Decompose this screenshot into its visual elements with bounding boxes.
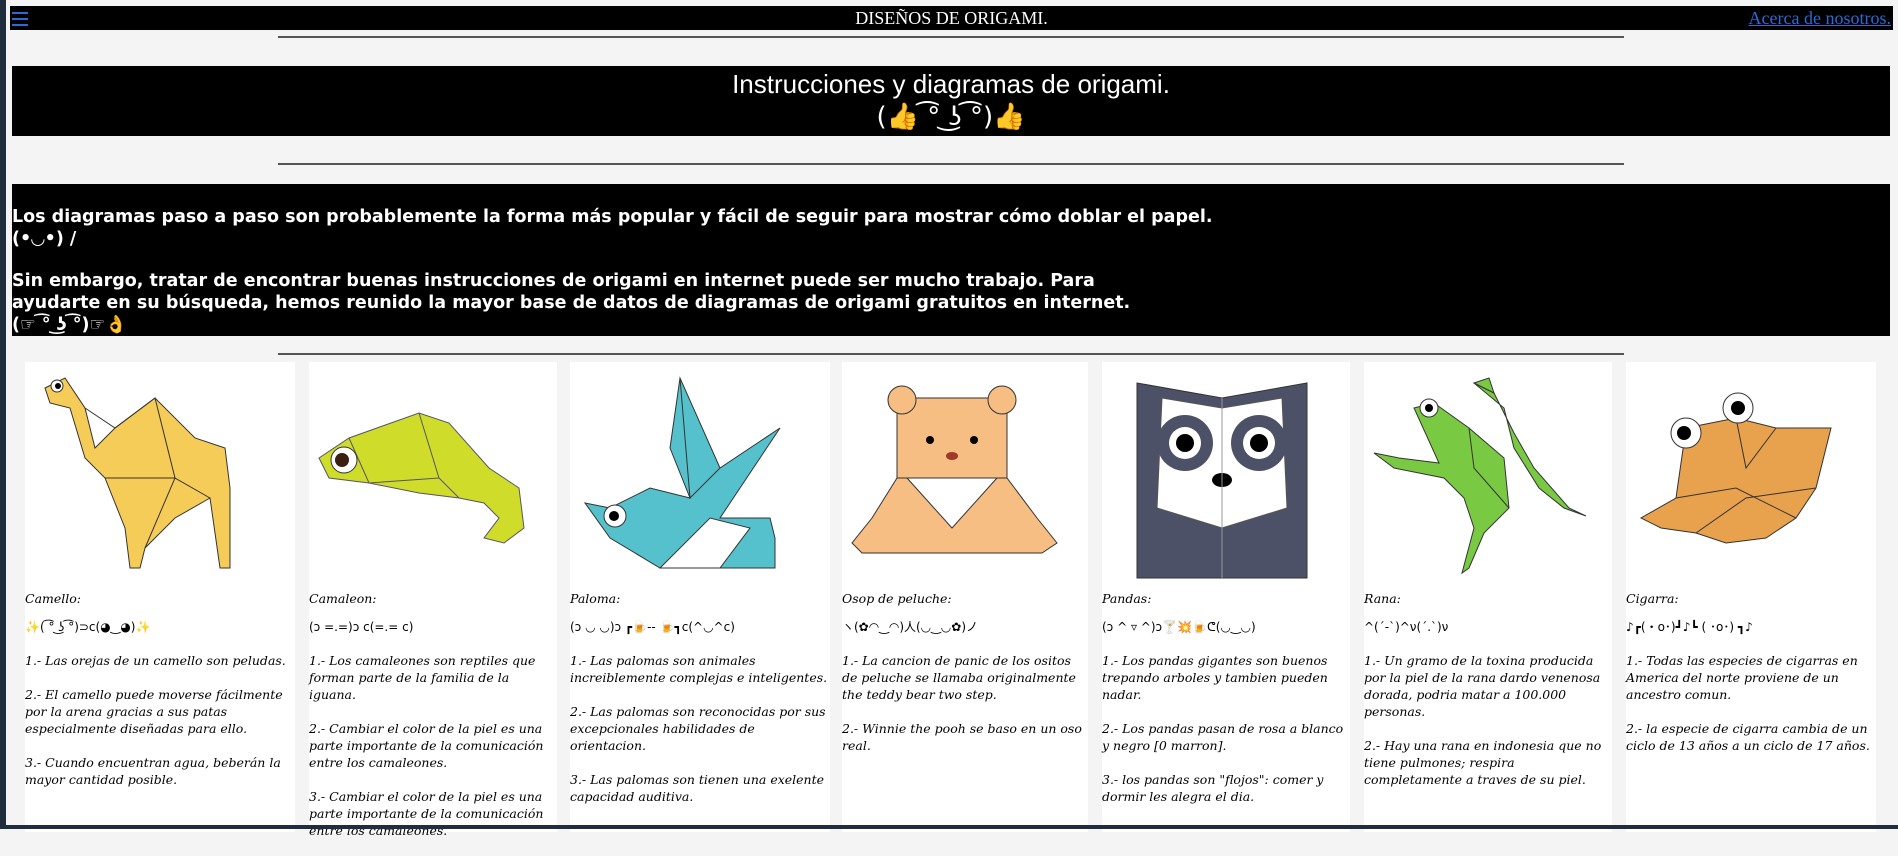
card-fact: 3.- Cambiar el color de la piel es una p… (309, 789, 544, 838)
card-title: Osop de peluche: (842, 591, 952, 606)
origami-card-frog[interactable]: Rana: ^(´-`)^ν(´.`)ν 1.- Un gramo de la … (1364, 362, 1612, 832)
intro-line: ayudarte en su búsqueda, hemos reunido l… (12, 293, 1131, 313)
chameleon-origami-image (318, 412, 525, 544)
window-frame-bottom (0, 825, 1898, 829)
panda-origami-image (1136, 382, 1308, 579)
teddy-bear-origami-image (851, 385, 1058, 554)
card-title: Pandas: (1102, 591, 1152, 606)
origami-card-teddy-bear[interactable]: Osop de peluche: ヽ(✿◠‿◠)人(◡‿◡✿)ノ 1.- La … (842, 362, 1088, 832)
card-title: Paloma: (570, 591, 621, 606)
hero-banner: Instrucciones y diagramas de origami. (👍… (12, 66, 1890, 136)
window-frame-left (0, 0, 6, 829)
origami-card-dove[interactable]: Paloma: (ↄ ◡ ◡)ↄ ┏🍺-- 🍺┓c(^◡^c) 1.- Las … (570, 362, 830, 832)
frog-origami-image (1373, 377, 1587, 575)
card-kaomoji: (ↄ =.=)ↄ c(=.= c) (309, 620, 414, 634)
site-title: DISEÑOS DE ORIGAMI. (855, 8, 1048, 28)
card-fact: 2.- la especie de cigarra cambia de un c… (1626, 721, 1870, 753)
intro-line: Los diagramas paso a paso son probableme… (12, 207, 1213, 227)
dove-origami-image (583, 376, 781, 569)
card-title: Rana: (1364, 591, 1401, 606)
card-fact: 1.- Los camaleones son reptiles que form… (309, 653, 536, 702)
card-fact: 2.- Winnie the pooh se baso en un oso re… (842, 721, 1082, 753)
card-kaomoji: ヽ(✿◠‿◠)人(◡‿◡✿)ノ (842, 620, 979, 634)
hero-emoticon: (👍 ͡° ͜ʖ ͡°)👍 (876, 102, 1026, 132)
card-title: Camaleon: (309, 591, 377, 606)
card-fact: 2.- Hay una rana en indonesia que no tie… (1364, 738, 1602, 787)
card-fact: 1.- La cancion de panic de los ositos de… (842, 653, 1076, 702)
intro-kaomoji: (☞ ͡° ͜ʖ ͡°)☞👌 (12, 315, 127, 335)
top-bar: DISEÑOS DE ORIGAMI. Acerca de nosotros. (10, 6, 1893, 30)
divider (278, 36, 1624, 38)
card-fact: 1.- Los pandas gigantes son buenos trepa… (1102, 653, 1328, 702)
card-fact: 1.- Todas las especies de cigarras en Am… (1626, 653, 1858, 702)
cicada-origami-image (1639, 392, 1832, 544)
intro-kaomoji: (•◡•) / (12, 229, 77, 249)
card-fact: 1.- Las orejas de un camello son peludas… (25, 653, 286, 668)
camel-origami-image (44, 377, 231, 569)
card-fact: 2.- Las palomas son reconocidas por sus … (570, 704, 826, 753)
card-fact: 3.- los pandas son "flojos": comer y dor… (1102, 772, 1324, 804)
divider (278, 353, 1624, 355)
card-kaomoji: ^(´-`)^ν(´.`)ν (1364, 620, 1449, 634)
about-us-link[interactable]: Acerca de nosotros. (1749, 8, 1891, 29)
intro-line: Sin embargo, tratar de encontrar buenas … (12, 271, 1095, 291)
origami-card-camel[interactable]: Camello: ✨( ͡° ͜ʖ ͡°)⊃c(◕‿◕)✨ 1.- Las or… (25, 362, 295, 832)
card-fact: 1.- Un gramo de la toxina producida por … (1364, 653, 1601, 719)
card-kaomoji: (ↄ ^ ▿ ^)ↄ🍸💥🍺ᕦ(◡‿◡) (1102, 620, 1256, 634)
hero-title: Instrucciones y diagramas de origami. (732, 69, 1170, 99)
card-title: Camello: (25, 591, 81, 606)
divider (278, 163, 1624, 165)
card-fact: 3.- Las palomas son tienen una exelente … (570, 772, 825, 804)
card-fact: 1.- Las palomas son animales increibleme… (570, 653, 828, 685)
origami-card-chameleon[interactable]: Camaleon: (ↄ =.=)ↄ c(=.= c) 1.- Los cama… (309, 362, 557, 838)
card-title: Cigarra: (1626, 591, 1679, 606)
origami-card-cicada[interactable]: Cigarra: ♪┏(・o･)┛♪┗ ( ･o･) ┓♪ 1.- Todas … (1626, 362, 1876, 832)
card-kaomoji: (ↄ ◡ ◡)ↄ ┏🍺-- 🍺┓c(^◡^c) (570, 620, 735, 634)
card-fact: 2.- El camello puede moverse fácilmente … (25, 687, 283, 736)
card-fact: 2.- Cambiar el color de la piel es una p… (309, 721, 544, 770)
card-kaomoji: ✨( ͡° ͜ʖ ͡°)⊃c(◕‿◕)✨ (25, 620, 151, 634)
origami-card-panda[interactable]: Pandas: (ↄ ^ ▿ ^)ↄ🍸💥🍺ᕦ(◡‿◡) 1.- Los pand… (1102, 362, 1350, 832)
intro-text-block: Los diagramas paso a paso son probableme… (12, 184, 1890, 336)
card-fact: 3.- Cuando encuentran agua, beberán la m… (25, 755, 281, 787)
card-kaomoji: ♪┏(・o･)┛♪┗ ( ･o･) ┓♪ (1626, 620, 1753, 634)
card-fact: 2.- Los pandas pasan de rosa a blanco y … (1102, 721, 1344, 753)
